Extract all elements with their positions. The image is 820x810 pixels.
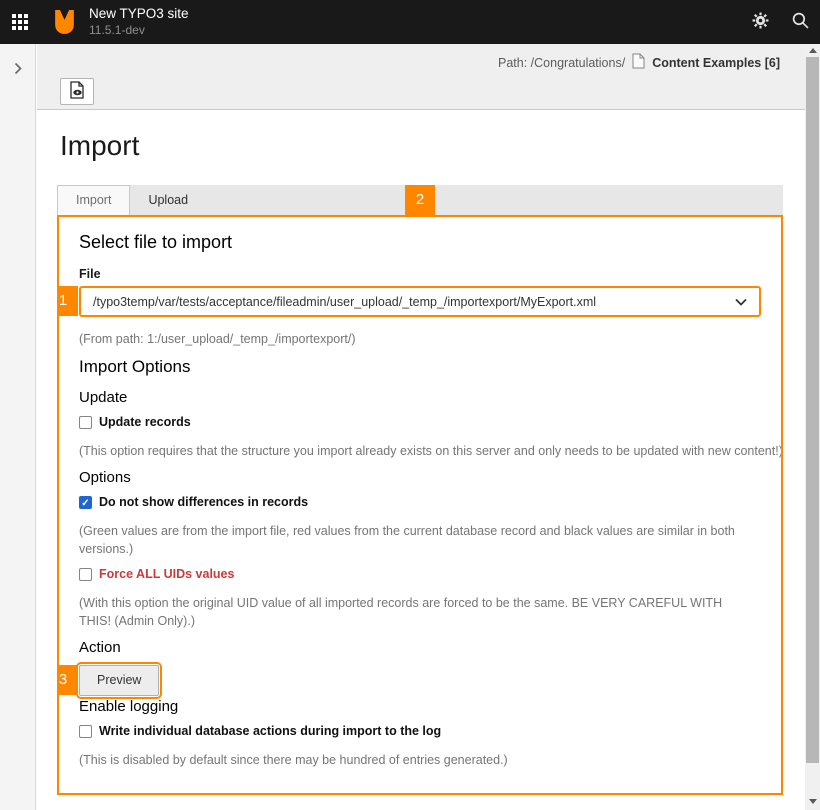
typo3-logo[interactable]: New TYPO3 site 11.5.1-dev xyxy=(52,6,189,38)
site-info: New TYPO3 site 11.5.1-dev xyxy=(89,6,189,38)
gear-icon xyxy=(752,12,769,32)
modules-menu-button[interactable] xyxy=(0,0,40,44)
import-panel: Select file to import File 1 /typo3temp/… xyxy=(57,215,783,795)
file-select-value: /typo3temp/var/tests/acceptance/fileadmi… xyxy=(93,295,735,309)
no-diff-row[interactable]: Do not show differences in records xyxy=(79,495,761,509)
force-uids-note: (With this option the original UID value… xyxy=(79,594,739,630)
file-select-row: 1 /typo3temp/var/tests/acceptance/filead… xyxy=(79,286,761,317)
log-actions-row[interactable]: Write individual database actions during… xyxy=(79,724,761,738)
force-uids-label[interactable]: Force ALL UIDs values xyxy=(99,567,234,581)
chevron-right-icon xyxy=(14,62,22,78)
file-select[interactable]: /typo3temp/var/tests/acceptance/fileadmi… xyxy=(79,286,761,317)
scroll-down-icon[interactable] xyxy=(805,795,820,808)
action-title: Action xyxy=(79,639,761,656)
update-title: Update xyxy=(79,389,761,406)
no-diff-checkbox[interactable] xyxy=(79,496,92,509)
scrollbar[interactable] xyxy=(805,44,820,810)
search-button[interactable] xyxy=(780,0,820,44)
site-title: New TYPO3 site xyxy=(89,6,189,23)
grid-icon xyxy=(12,14,28,30)
docheader: Path: /Congratulations/ Content Examples… xyxy=(37,44,805,110)
nav-expand-button[interactable] xyxy=(0,52,36,88)
options-title: Options xyxy=(79,469,761,486)
settings-button[interactable] xyxy=(740,0,780,44)
breadcrumb: Path: /Congratulations/ Content Examples… xyxy=(37,44,805,75)
test-marker-3: 3 xyxy=(57,665,78,695)
update-records-label[interactable]: Update records xyxy=(99,415,191,429)
tab-bar: Import Upload 2 xyxy=(57,185,783,215)
page-title: Import xyxy=(60,130,805,162)
tab-upload[interactable]: Upload xyxy=(130,185,206,215)
log-actions-label[interactable]: Write individual database actions during… xyxy=(99,724,441,738)
search-icon xyxy=(792,12,809,32)
force-uids-checkbox[interactable] xyxy=(79,568,92,581)
log-actions-note: (This is disabled by default since there… xyxy=(79,751,761,769)
collapsed-nav-sidebar xyxy=(0,44,36,810)
docheader-toolbar xyxy=(37,78,805,105)
topbar: New TYPO3 site 11.5.1-dev xyxy=(0,0,820,44)
tab-import[interactable]: Import xyxy=(57,185,130,215)
preview-row: 3 Preview xyxy=(79,665,761,696)
document-icon xyxy=(632,53,645,72)
log-actions-checkbox[interactable] xyxy=(79,725,92,738)
section-title: Select file to import xyxy=(79,232,761,253)
chevron-down-icon xyxy=(735,295,747,309)
view-webpage-button[interactable] xyxy=(60,78,94,105)
preview-button[interactable]: Preview xyxy=(79,665,159,696)
update-records-checkbox[interactable] xyxy=(79,416,92,429)
update-records-row[interactable]: Update records xyxy=(79,415,761,429)
page-path: Path: /Congratulations/ xyxy=(498,56,625,70)
document-eye-icon xyxy=(69,81,85,102)
force-uids-row[interactable]: Force ALL UIDs values xyxy=(79,567,761,581)
typo3-logo-icon xyxy=(52,9,77,36)
file-label: File xyxy=(79,267,761,281)
scroll-up-icon[interactable] xyxy=(805,44,820,57)
module-body: Import Import Upload 2 Select file to im… xyxy=(37,110,805,810)
from-path-note: (From path: 1:/user_upload/_temp_/import… xyxy=(79,330,761,348)
scrollbar-thumb[interactable] xyxy=(806,57,819,763)
test-marker-2: 2 xyxy=(405,185,435,215)
no-diff-label[interactable]: Do not show differences in records xyxy=(99,495,308,509)
record-title: Content Examples [6] xyxy=(652,56,780,70)
update-records-note: (This option requires that the structure… xyxy=(79,442,761,460)
site-version: 11.5.1-dev xyxy=(89,23,189,38)
logging-title: Enable logging xyxy=(79,698,761,715)
no-diff-note: (Green values are from the import file, … xyxy=(79,522,761,558)
import-options-title: Import Options xyxy=(79,357,761,377)
test-marker-1: 1 xyxy=(57,286,78,316)
